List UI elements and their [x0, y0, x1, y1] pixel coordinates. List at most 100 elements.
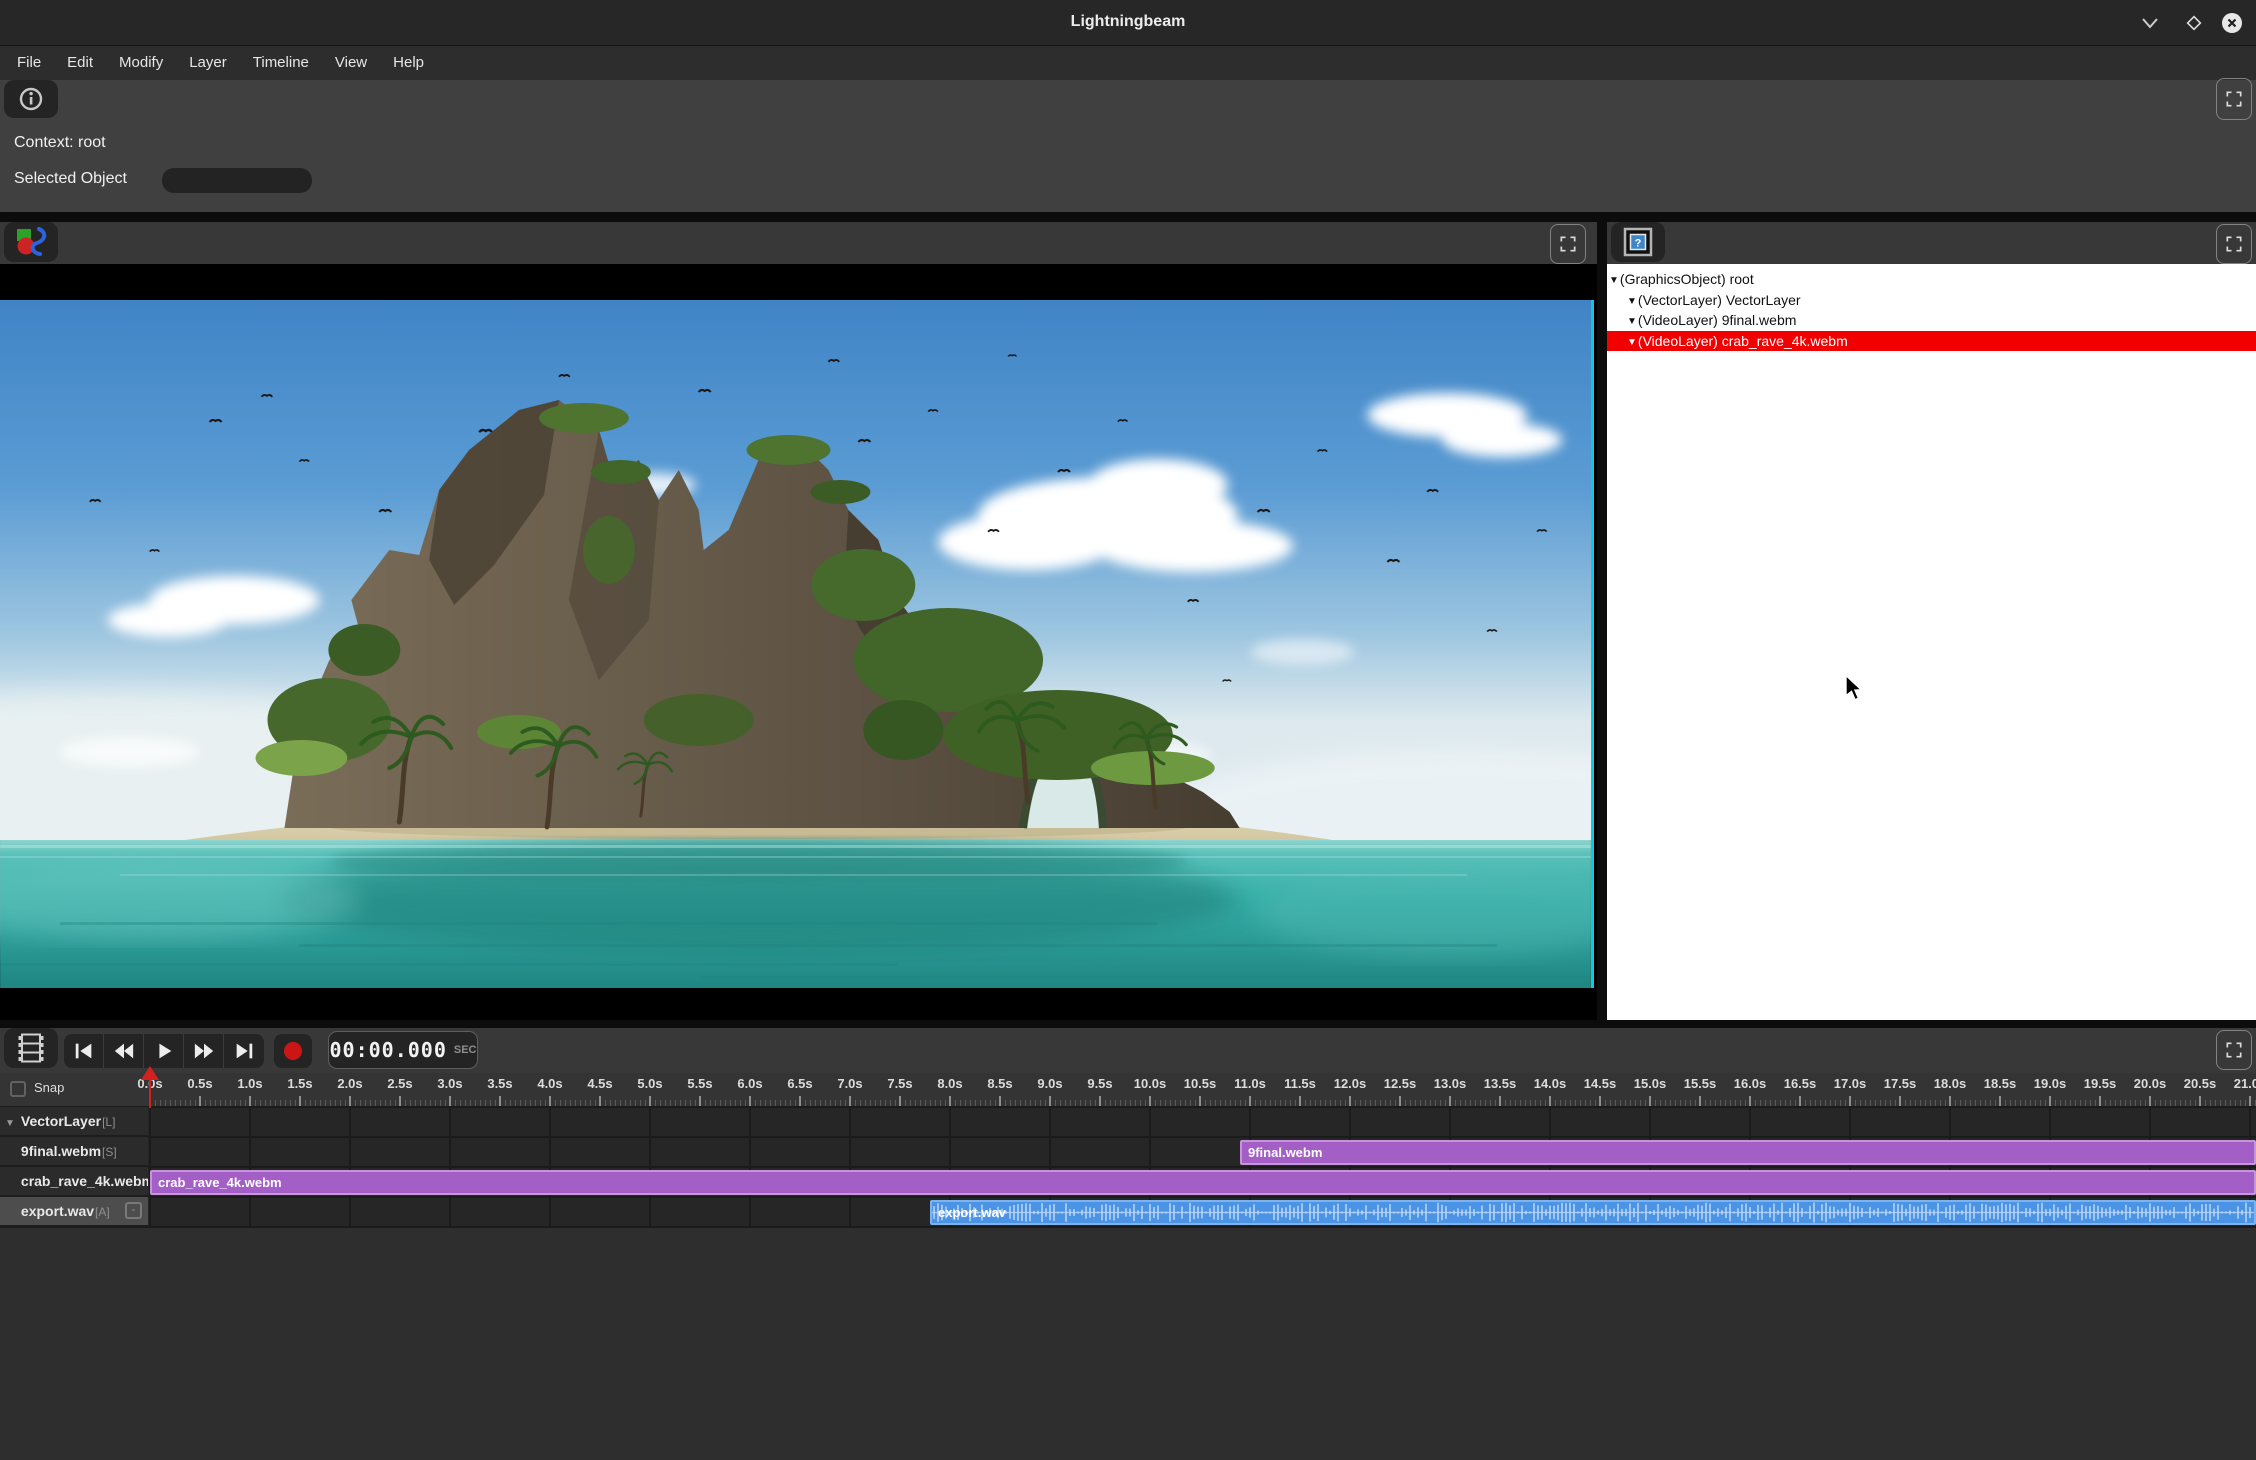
ruler-label: 9.5s	[1078, 1076, 1122, 1091]
tree-collapse-arrow[interactable]: ▼	[1627, 316, 1637, 327]
inspector-expand-button[interactable]	[2216, 78, 2252, 120]
track-name: VectorLayer	[21, 1113, 101, 1129]
audio-waveform	[932, 1202, 2254, 1223]
ruler-label: 13.0s	[1428, 1076, 1472, 1091]
time-display[interactable]: 00:00.000 SEC	[328, 1031, 478, 1069]
tree-row-label: (VectorLayer) VectorLayer	[1638, 292, 1801, 308]
row-separator	[0, 1166, 2256, 1168]
inspector-tab[interactable]	[4, 80, 58, 118]
tree-row-label: (VideoLayer) 9final.webm	[1638, 312, 1797, 328]
close-button[interactable]	[2214, 8, 2250, 38]
tree-collapse-arrow[interactable]: ▼	[1627, 296, 1637, 307]
panel-divider	[0, 1020, 2256, 1028]
ruler-label: 19.5s	[2078, 1076, 2122, 1091]
lightningbeam-window: Lightningbeam FileEditModifyLayerTimelin…	[0, 0, 2256, 1460]
stage-expand-button[interactable]	[1550, 224, 1586, 264]
play-button[interactable]	[144, 1034, 184, 1068]
tree-collapse-arrow[interactable]: ▼	[1609, 275, 1619, 286]
tree-row[interactable]: ▼(VideoLayer) 9final.webm	[1607, 310, 2256, 330]
tree-row[interactable]: ▼(GraphicsObject) root	[1607, 269, 2256, 289]
tree-expand-button[interactable]	[2216, 224, 2252, 264]
playhead-line[interactable]	[149, 1080, 151, 1108]
ruler-label: 16.5s	[1778, 1076, 1822, 1091]
transport-controls	[64, 1034, 264, 1068]
record-button[interactable]	[274, 1034, 312, 1068]
scene-tree-panel: ▼(GraphicsObject) root▼(VectorLayer) Vec…	[1607, 264, 2256, 1020]
tree-row-label: (VideoLayer) crab_rave_4k.webm	[1638, 333, 1848, 349]
skip-end-button[interactable]	[224, 1034, 264, 1068]
menu-item-timeline[interactable]: Timeline	[240, 46, 322, 80]
menu-bar: FileEditModifyLayerTimelineViewHelp	[0, 46, 2256, 80]
placeholder-image-icon: ?	[1623, 227, 1653, 257]
clip-9final-webm[interactable]: 9final.webm	[1240, 1140, 2256, 1165]
track-collapse-arrow[interactable]: ▼	[5, 1118, 15, 1129]
rewind-button[interactable]	[104, 1034, 144, 1068]
ruler-label: 11.5s	[1278, 1076, 1322, 1091]
ruler-label: 5.5s	[678, 1076, 722, 1091]
timeline-tab[interactable]	[4, 1028, 58, 1068]
row-separator	[0, 1226, 2256, 1228]
menu-item-edit[interactable]: Edit	[54, 46, 106, 80]
tree-row[interactable]: ▼(VectorLayer) VectorLayer	[1607, 290, 2256, 310]
info-icon	[18, 86, 44, 112]
stage-header	[0, 222, 1597, 264]
timeline-expand-button[interactable]	[2216, 1030, 2252, 1070]
selected-object-input[interactable]	[162, 168, 312, 193]
chevron-down-icon	[2138, 11, 2162, 35]
playhead-handle[interactable]	[141, 1066, 159, 1080]
stage-tab[interactable]	[4, 222, 58, 262]
track-mute-toggle[interactable]: -	[125, 1202, 142, 1219]
menu-item-file[interactable]: File	[4, 46, 54, 80]
ruler-label: 7.0s	[828, 1076, 872, 1091]
track-label-9final-webm[interactable]: ▼9final.webm[S]	[0, 1137, 148, 1167]
fast-forward-button[interactable]	[184, 1034, 224, 1068]
fast-forward-icon	[193, 1040, 215, 1062]
clip-export-wav[interactable]: export.wav	[930, 1200, 2256, 1225]
record-icon	[284, 1042, 302, 1060]
clip-crab-rave-4k-webm[interactable]: crab_rave_4k.webm	[150, 1170, 2256, 1195]
snap-checkbox[interactable]	[10, 1081, 26, 1097]
track-name: export.wav	[21, 1203, 94, 1219]
ruler-label: 12.0s	[1328, 1076, 1372, 1091]
ruler-label: 6.5s	[778, 1076, 822, 1091]
menu-item-help[interactable]: Help	[380, 46, 437, 80]
track-type-badge: [S]	[102, 1145, 117, 1159]
ruler-label: 8.5s	[978, 1076, 1022, 1091]
menu-item-layer[interactable]: Layer	[176, 46, 240, 80]
ruler-label: 20.0s	[2128, 1076, 2172, 1091]
ruler-label: 16.0s	[1728, 1076, 1772, 1091]
ruler-label: 18.0s	[1928, 1076, 1972, 1091]
ruler-label: 4.5s	[578, 1076, 622, 1091]
track-label-crab-rave-4k-webm[interactable]: ▼crab_rave_4k.webm[S]	[0, 1167, 148, 1197]
row-separator	[0, 1136, 2256, 1138]
ruler-label: 14.0s	[1528, 1076, 1572, 1091]
track-name: crab_rave_4k.webm	[21, 1173, 148, 1189]
skip-end-icon	[233, 1040, 255, 1062]
track-label-vectorlayer[interactable]: ▼ VectorLayer[L]	[0, 1107, 148, 1137]
minimize-button[interactable]	[2132, 8, 2168, 38]
current-time: 00:00.000	[330, 1038, 447, 1062]
track-type-badge: [A]	[95, 1205, 110, 1219]
ruler-label: 0.5s	[178, 1076, 222, 1091]
tree-tab[interactable]: ?	[1611, 222, 1665, 262]
maximize-button[interactable]	[2176, 8, 2212, 38]
tree-collapse-arrow[interactable]: ▼	[1627, 337, 1637, 348]
time-unit-label: SEC	[454, 1044, 477, 1056]
ruler-label: 10.0s	[1128, 1076, 1172, 1091]
ruler-label: 3.5s	[478, 1076, 522, 1091]
menu-item-modify[interactable]: Modify	[106, 46, 176, 80]
track-type-badge: [L]	[102, 1115, 115, 1129]
skip-start-button[interactable]	[64, 1034, 104, 1068]
row-separator	[0, 1196, 2256, 1198]
ruler-label: 14.5s	[1578, 1076, 1622, 1091]
snap-label: Snap	[34, 1080, 64, 1095]
title-bar: Lightningbeam	[0, 0, 2256, 46]
track-name: 9final.webm	[21, 1143, 101, 1159]
tree-row[interactable]: ▼(VideoLayer) crab_rave_4k.webm	[1607, 331, 2256, 351]
diamond-icon	[2182, 11, 2206, 35]
fullscreen-icon	[2224, 1040, 2244, 1060]
panel-divider	[1597, 222, 1607, 1020]
menu-item-view[interactable]: View	[322, 46, 380, 80]
row-separator	[0, 1106, 2256, 1108]
ruler-label: 10.5s	[1178, 1076, 1222, 1091]
